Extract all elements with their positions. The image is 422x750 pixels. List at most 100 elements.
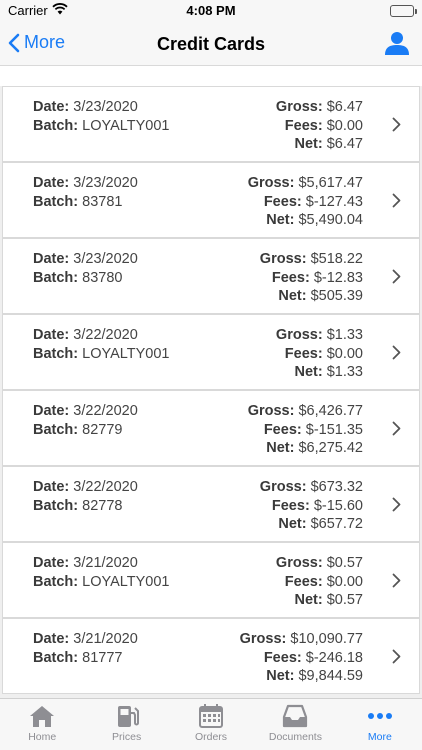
tab-more[interactable]: More <box>338 699 422 750</box>
batch-id: 83781 <box>82 193 123 210</box>
batch-label: Batch: <box>33 193 79 210</box>
batch-label: Batch: <box>33 421 79 438</box>
batch-row[interactable]: Date: 3/23/2020 Batch: 83780 Gross: $518.2… <box>2 238 420 314</box>
gross-amount: $673.32 <box>310 479 363 495</box>
net-amount: $9,844.59 <box>298 668 363 684</box>
credit-card-batch-list: Date: 3/23/2020 Batch: LOYALTY001 Gross: $… <box>0 86 422 698</box>
net-label: Net: <box>266 212 295 228</box>
batch-date: 3/23/2020 <box>73 175 138 191</box>
fees-label: Fees: <box>263 649 302 666</box>
gross-amount: $10,090.77 <box>290 631 363 647</box>
batch-info: Date: 3/23/2020 Batch: 83781 <box>33 174 138 211</box>
tab-orders[interactable]: Orders <box>169 699 253 750</box>
battery-icon <box>390 5 417 17</box>
gross-label: Gross: <box>275 327 323 343</box>
tab-documents[interactable]: Documents <box>253 699 337 750</box>
batch-row[interactable]: Date: 3/21/2020 Batch: LOYALTY001 Gross: $… <box>2 542 420 618</box>
fees-label: Fees: <box>271 497 310 514</box>
navigation-bar: More Credit Cards <box>0 22 422 66</box>
batch-amounts: Gross: $1.33 Fees: $0.00 Net: $1.33 <box>276 326 363 382</box>
fees-amount: $-151.35 <box>305 421 363 438</box>
batch-id: 83780 <box>82 269 123 286</box>
tab-prices[interactable]: Prices <box>84 699 168 750</box>
batch-amounts: Gross: $10,090.77 Fees: $-246.18 Net: $9,8… <box>240 630 363 686</box>
batch-amounts: Gross: $6.47 Fees: $0.00 Net: $6.47 <box>276 98 363 154</box>
net-label: Net: <box>294 592 323 608</box>
gross-amount: $6.47 <box>326 99 363 115</box>
batch-label: Batch: <box>33 649 79 666</box>
date-label: Date: <box>33 479 70 495</box>
tab-bar: Home Prices Orders Documents More <box>0 698 422 750</box>
batch-label: Batch: <box>33 269 79 286</box>
batch-info: Date: 3/22/2020 Batch: 82779 <box>33 402 138 439</box>
batch-row[interactable]: Date: 3/22/2020 Batch: 82779 Gross: $6,426… <box>2 390 420 466</box>
batch-date: 3/21/2020 <box>73 631 138 647</box>
fees-label: Fees: <box>271 269 310 286</box>
fees-amount: $-127.43 <box>305 193 363 210</box>
batch-amounts: Gross: $0.57 Fees: $0.00 Net: $0.57 <box>276 554 363 610</box>
batch-row[interactable]: Date: 3/22/2020 Batch: 82778 Gross: $673.3… <box>2 466 420 542</box>
date-label: Date: <box>33 327 70 343</box>
date-label: Date: <box>33 99 70 115</box>
batch-info: Date: 3/22/2020 Batch: 82778 <box>33 478 138 515</box>
batch-label: Batch: <box>33 573 79 590</box>
batch-amounts: Gross: $518.22 Fees: $-12.83 Net: $505.39 <box>260 250 363 306</box>
gross-label: Gross: <box>259 251 307 267</box>
batch-date: 3/22/2020 <box>73 479 138 495</box>
date-label: Date: <box>33 403 70 419</box>
tab-more-label: More <box>367 731 392 743</box>
net-amount: $1.33 <box>326 364 363 380</box>
batch-id: 82778 <box>82 497 123 514</box>
batch-info: Date: 3/23/2020 Batch: LOYALTY001 <box>33 98 169 135</box>
chevron-right-icon <box>392 269 401 284</box>
fees-amount: $-246.18 <box>305 649 363 666</box>
status-bar: Carrier 4:08 PM <box>0 0 422 22</box>
date-label: Date: <box>33 555 70 571</box>
batch-id: LOYALTY001 <box>82 117 170 134</box>
chevron-right-icon <box>392 649 401 664</box>
gross-label: Gross: <box>259 479 307 495</box>
net-amount: $5,490.04 <box>298 212 363 228</box>
batch-amounts: Gross: $6,426.77 Fees: $-151.35 Net: $6,27… <box>248 402 363 458</box>
gross-amount: $1.33 <box>326 327 363 343</box>
net-amount: $6,275.42 <box>298 440 363 456</box>
batch-date: 3/23/2020 <box>73 251 138 267</box>
home-icon <box>30 706 55 727</box>
gross-amount: $518.22 <box>310 251 363 267</box>
chevron-right-icon <box>392 497 401 512</box>
more-dots-icon <box>367 713 392 719</box>
gross-amount: $6,426.77 <box>298 403 363 419</box>
fees-amount: $-15.60 <box>313 497 363 514</box>
batch-info: Date: 3/23/2020 Batch: 83780 <box>33 250 138 287</box>
gross-label: Gross: <box>275 555 323 571</box>
batch-info: Date: 3/21/2020 Batch: 81777 <box>33 630 138 667</box>
gross-label: Gross: <box>247 403 295 419</box>
net-label: Net: <box>278 288 307 304</box>
batch-row[interactable]: Date: 3/22/2020 Batch: LOYALTY001 Gross: $… <box>2 314 420 390</box>
chevron-right-icon <box>392 421 401 436</box>
net-label: Net: <box>278 516 307 532</box>
chevron-right-icon <box>392 117 401 132</box>
tab-prices-label: Prices <box>112 731 142 743</box>
tab-home[interactable]: Home <box>0 699 84 750</box>
batch-date: 3/22/2020 <box>73 327 138 343</box>
user-icon <box>385 32 409 55</box>
page-title: Credit Cards <box>156 34 266 54</box>
fees-label: Fees: <box>284 117 323 134</box>
gross-label: Gross: <box>275 99 323 115</box>
gross-label: Gross: <box>247 175 295 191</box>
fees-amount: $0.00 <box>326 573 363 590</box>
calendar-icon <box>199 704 224 728</box>
user-account-button[interactable] <box>384 30 410 61</box>
net-amount: $0.57 <box>326 592 363 608</box>
net-label: Net: <box>294 136 323 152</box>
batch-row[interactable]: Date: 3/21/2020 Batch: 81777 Gross: $10,09… <box>2 618 420 694</box>
batch-row[interactable]: Date: 3/23/2020 Batch: 83781 Gross: $5,617… <box>2 162 420 238</box>
date-label: Date: <box>33 251 70 267</box>
batch-id: LOYALTY001 <box>82 573 170 590</box>
date-label: Date: <box>33 175 70 191</box>
inbox-icon <box>283 704 308 728</box>
batch-row[interactable]: Date: 3/23/2020 Batch: LOYALTY001 Gross: $… <box>2 86 420 162</box>
batch-date: 3/21/2020 <box>73 555 138 571</box>
net-amount: $6.47 <box>326 136 363 152</box>
